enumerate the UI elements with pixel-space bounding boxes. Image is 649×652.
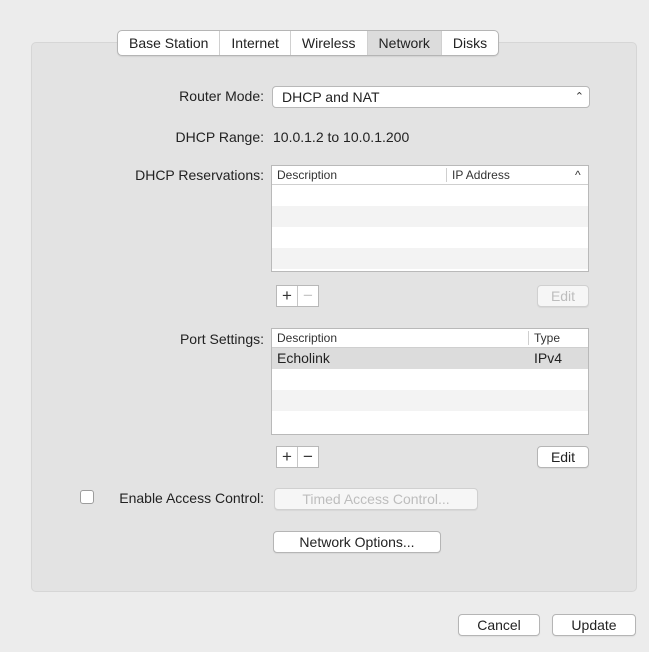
- column-header-description[interactable]: Description: [277, 166, 337, 184]
- enable-access-control-label[interactable]: Enable Access Control:: [119, 490, 264, 506]
- tab-bar: Base Station Internet Wireless Network D…: [117, 30, 500, 56]
- table-row[interactable]: Echolink IPv4: [272, 348, 588, 369]
- port-description: Echolink: [277, 350, 330, 366]
- add-reservation-button[interactable]: +: [277, 286, 298, 306]
- dhcp-range-value: 10.0.1.2 to 10.0.1.200: [273, 129, 410, 145]
- table-row: [272, 248, 588, 269]
- port-type: IPv4: [534, 350, 563, 366]
- update-button[interactable]: Update: [552, 614, 636, 636]
- port-settings-label: Port Settings:: [179, 331, 264, 347]
- tab-wireless[interactable]: Wireless: [291, 31, 368, 55]
- tab-internet[interactable]: Internet: [220, 31, 291, 55]
- enable-access-control-checkbox[interactable]: [80, 490, 94, 504]
- table-row: [272, 185, 588, 206]
- tab-base-station[interactable]: Base Station: [118, 31, 221, 55]
- port-settings-table[interactable]: Description Type Echolink IPv4: [271, 328, 589, 435]
- dhcp-reservations-table[interactable]: Description IP Address ^: [271, 165, 589, 272]
- network-options-button[interactable]: Network Options...: [273, 531, 441, 553]
- remove-reservation-button[interactable]: −: [298, 286, 318, 306]
- router-mode-value: DHCP and NAT: [282, 89, 380, 105]
- updown-chevrons-icon: ⌃: [574, 91, 584, 103]
- dhcp-reservations-label: DHCP Reservations:: [135, 167, 264, 183]
- table-row: [272, 390, 588, 411]
- edit-reservation-button[interactable]: Edit: [537, 285, 589, 307]
- sort-ascending-icon: ^: [575, 168, 581, 182]
- column-header-type[interactable]: Type: [534, 329, 560, 347]
- dhcp-range-label: DHCP Range:: [175, 129, 264, 145]
- remove-port-button[interactable]: −: [298, 447, 318, 467]
- timed-access-control-button[interactable]: Timed Access Control...: [274, 488, 478, 510]
- table-row: [272, 206, 588, 227]
- tab-network[interactable]: Network: [367, 31, 442, 55]
- dhcp-reservations-add-remove: + −: [276, 285, 319, 307]
- edit-port-button[interactable]: Edit: [537, 446, 589, 468]
- table-row: [272, 227, 588, 248]
- column-header-ip-address[interactable]: IP Address: [452, 166, 510, 184]
- column-header-description[interactable]: Description: [277, 329, 337, 347]
- table-row: [272, 411, 588, 432]
- tab-disks[interactable]: Disks: [442, 31, 498, 55]
- add-port-button[interactable]: +: [277, 447, 298, 467]
- table-row: [272, 369, 588, 390]
- router-mode-popup[interactable]: DHCP and NAT ⌃: [272, 86, 590, 108]
- cancel-button[interactable]: Cancel: [458, 614, 540, 636]
- table-header: Description IP Address ^: [272, 166, 588, 185]
- port-settings-add-remove: + −: [276, 446, 319, 468]
- router-mode-label: Router Mode:: [179, 88, 264, 104]
- table-header: Description Type: [272, 329, 588, 348]
